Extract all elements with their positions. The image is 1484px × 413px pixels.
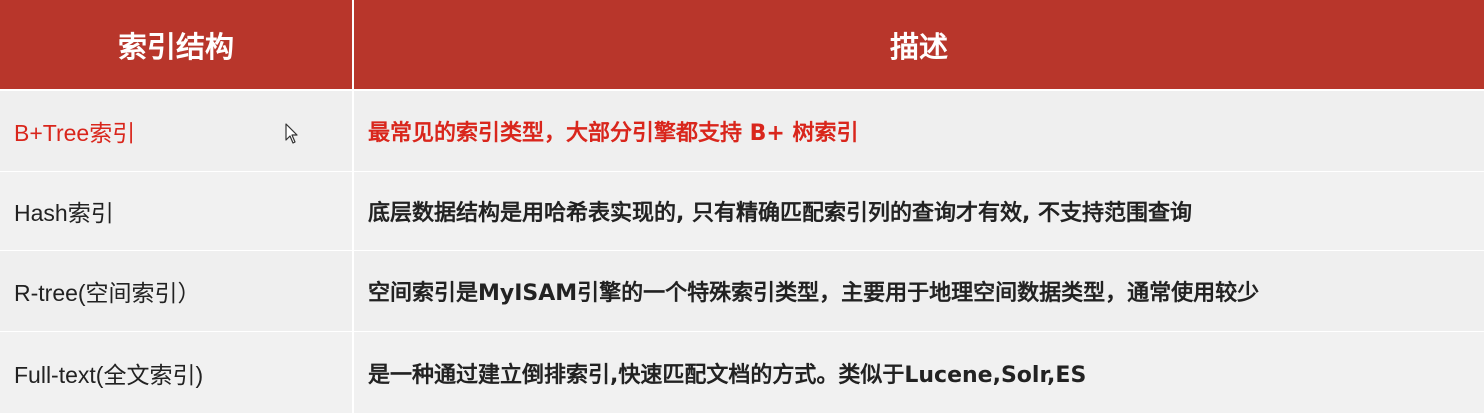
row-description-cell: 空间索引是MyISAM引擎的一个特殊索引类型，主要用于地理空间数据类型，通常使用… bbox=[368, 281, 1260, 306]
index-structure-table: 索引结构 描述 B+Tree索引 最常见的索引类型，大部分引擎都支持 B+ 树索… bbox=[0, 0, 1484, 413]
table-row: B+Tree索引 最常见的索引类型，大部分引擎都支持 B+ 树索引 bbox=[0, 91, 1484, 171]
row-description-cell: 最常见的索引类型，大部分引擎都支持 B+ 树索引 bbox=[368, 121, 859, 146]
row-description-cell: 是一种通过建立倒排索引,快速匹配文档的方式。类似于Lucene,Solr,ES bbox=[368, 362, 1087, 388]
header-index-structure: 索引结构 bbox=[0, 0, 354, 89]
table-row: Full-text(全文索引) 是一种通过建立倒排索引,快速匹配文档的方式。类似… bbox=[0, 332, 1484, 413]
row-structure-cell: B+Tree索引 bbox=[0, 91, 354, 171]
header-description: 描述 bbox=[354, 0, 1484, 89]
row-structure-cell: R-tree(空间索引） bbox=[0, 251, 354, 331]
row-description-cell: 底层数据结构是用哈希表实现的, 只有精确匹配索引列的查询才有效, 不支持范围查询 bbox=[368, 201, 1193, 226]
table-header-row: 索引结构 描述 bbox=[0, 0, 1484, 89]
mouse-pointer-icon bbox=[285, 123, 298, 144]
table-row: R-tree(空间索引） 空间索引是MyISAM引擎的一个特殊索引类型，主要用于… bbox=[0, 251, 1484, 331]
row-structure-cell: Full-text(全文索引) bbox=[0, 332, 354, 413]
row-structure-cell: Hash索引 bbox=[0, 172, 354, 250]
table-row: Hash索引 底层数据结构是用哈希表实现的, 只有精确匹配索引列的查询才有效, … bbox=[0, 172, 1484, 250]
